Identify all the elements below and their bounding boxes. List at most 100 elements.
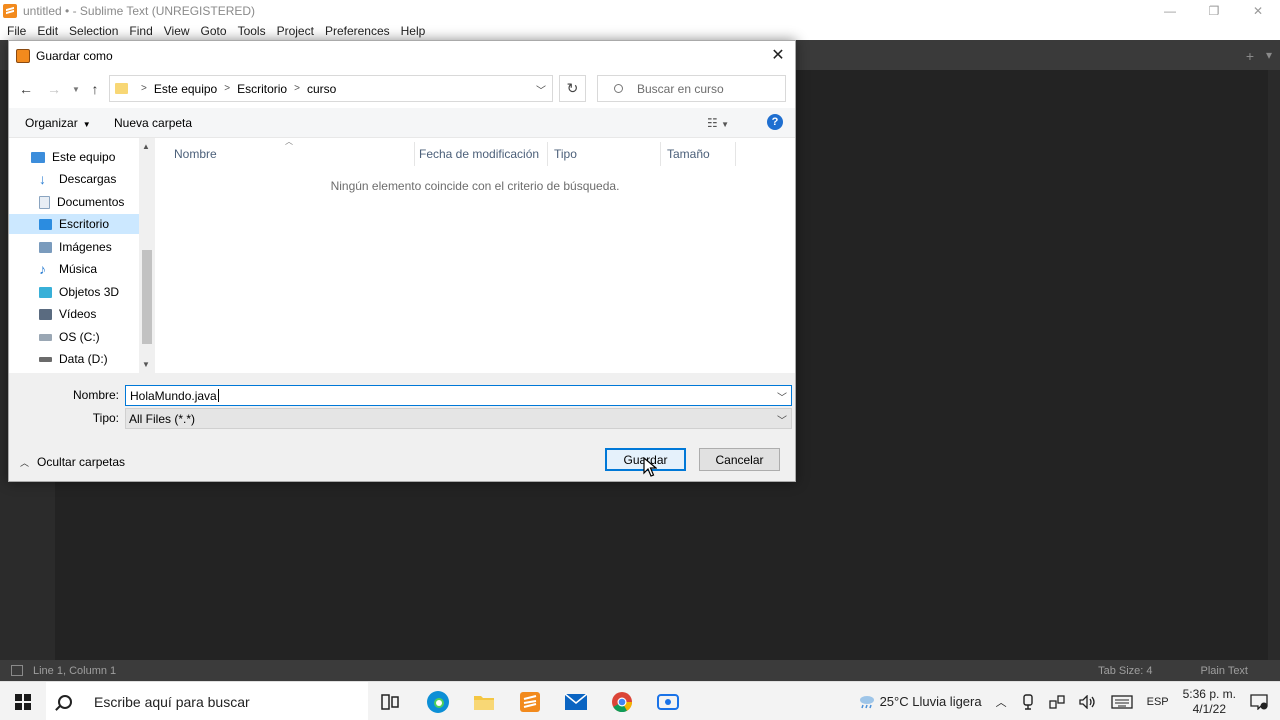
mail-icon (564, 693, 588, 710)
status-right: Tab Size: 4 Plain Text (1098, 660, 1280, 681)
nav-item-musica[interactable]: ♪ Música (9, 259, 139, 279)
task-view-button[interactable] (372, 688, 408, 716)
language-indicator[interactable]: ESP (1147, 696, 1169, 708)
sublime-text-app[interactable] (512, 688, 548, 716)
chrome-icon (612, 692, 633, 713)
screen-recorder-app[interactable] (650, 688, 686, 716)
search-placeholder: Buscar en curso (637, 81, 724, 96)
nav-item-documentos[interactable]: Documentos (9, 192, 139, 212)
breadcrumb-este-equipo[interactable]: Este equipo (154, 82, 217, 96)
breadcrumb-escritorio[interactable]: Escritorio (237, 82, 287, 96)
nav-item-os-c[interactable]: OS (C:) (9, 327, 139, 347)
column-header-modified[interactable]: Fecha de modificación (419, 147, 539, 161)
nav-label: Imágenes (59, 240, 112, 254)
file-list[interactable]: ︿ Nombre Fecha de modificación Tipo Tama… (155, 137, 795, 373)
menu-file[interactable]: File (3, 24, 30, 38)
edge-app[interactable] (420, 688, 456, 716)
new-tab-icon[interactable]: + (1246, 48, 1254, 64)
menu-selection[interactable]: Selection (65, 24, 122, 38)
nav-item-escritorio[interactable]: Escritorio (9, 214, 139, 234)
column-divider[interactable] (414, 142, 415, 166)
tab-list-chevron-icon[interactable]: ▾ (1266, 48, 1272, 62)
chevron-right-icon[interactable]: > (141, 83, 147, 94)
chevron-right-icon[interactable]: > (224, 83, 230, 94)
menu-edit[interactable]: Edit (33, 24, 62, 38)
sublime-app-icon (3, 3, 17, 18)
menu-tools[interactable]: Tools (234, 24, 270, 38)
close-window-button[interactable]: ✕ (1236, 0, 1280, 21)
notifications-icon[interactable] (1250, 693, 1268, 710)
chevron-down-icon[interactable]: ﹀ (536, 82, 546, 97)
minimize-button[interactable]: — (1148, 0, 1192, 21)
nav-item-descargas[interactable]: ↓ Descargas (9, 169, 139, 189)
search-input[interactable]: Buscar en curso (597, 75, 786, 102)
meet-now-icon[interactable] (1021, 693, 1035, 710)
refresh-button[interactable]: ↻ (559, 75, 586, 102)
scroll-down-icon[interactable]: ▼ (142, 360, 150, 369)
nav-label: Música (59, 262, 98, 276)
filename-field[interactable]: HolaMundo.java ﹀ (125, 385, 792, 406)
column-header-type[interactable]: Tipo (554, 147, 577, 161)
chevron-up-icon[interactable]: ︿ (996, 694, 1007, 710)
column-header-name[interactable]: Nombre (174, 147, 217, 161)
clock-time: 5:36 p. m. (1182, 686, 1236, 701)
keyboard-icon[interactable] (1110, 694, 1133, 709)
mail-app[interactable] (558, 688, 594, 716)
column-divider[interactable] (660, 142, 661, 166)
nav-item-objetos-3d[interactable]: Objetos 3D (9, 282, 139, 302)
scroll-thumb[interactable] (142, 250, 152, 344)
maximize-button[interactable]: ❐ (1192, 0, 1236, 21)
chevron-right-icon[interactable]: > (294, 83, 300, 94)
panel-toggle-icon[interactable] (11, 665, 23, 676)
music-icon: ♪ (39, 260, 46, 277)
editor-scrollbar[interactable] (1268, 70, 1280, 660)
menu-preferences[interactable]: Preferences (321, 24, 394, 38)
videos-icon (39, 308, 52, 320)
chrome-app[interactable] (604, 688, 640, 716)
nav-item-este-equipo[interactable]: Este equipo (9, 147, 139, 167)
file-explorer-app[interactable] (466, 688, 502, 716)
menu-project[interactable]: Project (273, 24, 318, 38)
recent-locations-chevron-icon[interactable]: ▼ (68, 81, 84, 97)
filetype-value: All Files (*.*) (129, 411, 196, 426)
organize-button[interactable]: Organizar ▼ (25, 116, 91, 130)
menu-help[interactable]: Help (397, 24, 430, 38)
taskbar-search[interactable]: Escribe aquí para buscar (46, 682, 368, 720)
clock[interactable]: 5:36 p. m. 4/1/22 (1183, 687, 1236, 717)
view-options-icon[interactable]: ☷ ▼ (707, 116, 729, 130)
new-folder-button[interactable]: Nueva carpeta (114, 116, 192, 130)
breadcrumb-curso[interactable]: curso (307, 82, 336, 96)
address-bar[interactable]: > Este equipo > Escritorio > curso ﹀ (109, 75, 553, 102)
up-arrow-icon[interactable]: ↑ (87, 81, 103, 97)
network-icon[interactable] (1048, 694, 1065, 709)
menu-view[interactable]: View (160, 24, 194, 38)
tab-size[interactable]: Tab Size: 4 (1098, 665, 1152, 677)
back-arrow-icon[interactable]: ← (18, 81, 34, 97)
start-button[interactable] (0, 682, 46, 720)
volume-icon[interactable] (1078, 694, 1097, 709)
chevron-down-icon[interactable]: ﹀ (777, 412, 787, 427)
window-titlebar: untitled • - Sublime Text (UNREGISTERED)… (0, 0, 1280, 21)
forward-arrow-icon[interactable]: → (46, 81, 62, 97)
column-divider[interactable] (735, 142, 736, 166)
nav-item-data-d[interactable]: Data (D:) (9, 349, 139, 369)
column-divider[interactable] (547, 142, 548, 166)
hide-folders-toggle[interactable]: ︿ Ocultar carpetas (20, 455, 125, 469)
close-icon[interactable]: ✕ (769, 46, 787, 64)
nav-item-imagenes[interactable]: Imágenes (9, 237, 139, 257)
cancel-button[interactable]: Cancelar (699, 448, 780, 471)
cursor-position[interactable]: Line 1, Column 1 (33, 665, 116, 677)
scroll-up-icon[interactable]: ▲ (142, 142, 150, 151)
menu-goto[interactable]: Goto (197, 24, 231, 38)
nav-item-videos[interactable]: Vídeos (9, 304, 139, 324)
statusbar: Line 1, Column 1 Tab Size: 4 Plain Text (0, 660, 1280, 681)
windows-logo-icon (15, 693, 31, 710)
chevron-down-icon[interactable]: ﹀ (777, 389, 787, 404)
syntax-mode[interactable]: Plain Text (1201, 665, 1249, 677)
weather-widget[interactable]: 25°C Lluvia ligera (858, 694, 982, 710)
help-icon[interactable]: ? (767, 114, 783, 130)
column-header-size[interactable]: Tamaño (667, 147, 710, 161)
menu-find[interactable]: Find (125, 24, 156, 38)
nav-scrollbar[interactable]: ▲ ▼ (139, 138, 155, 373)
filetype-select[interactable]: All Files (*.*) ﹀ (125, 408, 792, 429)
